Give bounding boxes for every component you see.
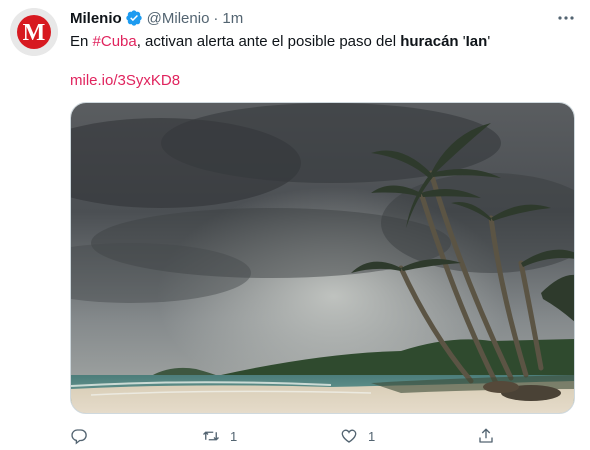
tweet-header: Milenio @Milenio · 1m — [70, 8, 243, 28]
reply-icon — [71, 429, 87, 445]
quote-close: ' — [487, 33, 491, 50]
retweet-button[interactable]: 1 — [202, 427, 237, 445]
author-handle[interactable]: @Milenio — [147, 10, 210, 27]
tweet-text: En #Cuba, activan alerta ante el posible… — [70, 32, 490, 52]
storm-beach-photo — [71, 103, 574, 413]
separator-dot: · — [213, 9, 219, 27]
milenio-logo: M — [10, 8, 58, 56]
bold-name: Ian — [465, 33, 488, 50]
author-name[interactable]: Milenio — [70, 10, 122, 27]
verified-badge-icon — [125, 9, 143, 27]
quote-open: ' — [458, 33, 466, 50]
tweet-image[interactable] — [70, 102, 575, 414]
avatar[interactable]: M — [10, 8, 58, 56]
share-icon — [479, 428, 493, 443]
like-count: 1 — [368, 428, 376, 444]
text-middle: , activan alerta ante el posible paso de… — [136, 33, 401, 50]
retweet-icon — [203, 431, 219, 441]
share-button[interactable] — [477, 427, 495, 445]
more-icon[interactable] — [557, 10, 575, 26]
reply-button[interactable] — [70, 427, 98, 445]
retweet-count: 1 — [230, 428, 238, 444]
hashtag-link[interactable]: #Cuba — [93, 33, 137, 50]
svg-text:M: M — [23, 20, 46, 46]
tweet-actions: 1 1 — [70, 427, 575, 447]
text-before: En — [70, 33, 93, 50]
bold-word: huracán — [400, 33, 459, 50]
like-button[interactable]: 1 — [340, 427, 375, 445]
article-link[interactable]: mile.io/3SyxKD8 — [70, 71, 180, 91]
tweet[interactable]: M Milenio @Milenio · 1m En #Cuba, activa… — [0, 0, 590, 450]
heart-icon — [341, 429, 357, 443]
tweet-timestamp[interactable]: 1m — [222, 10, 243, 27]
